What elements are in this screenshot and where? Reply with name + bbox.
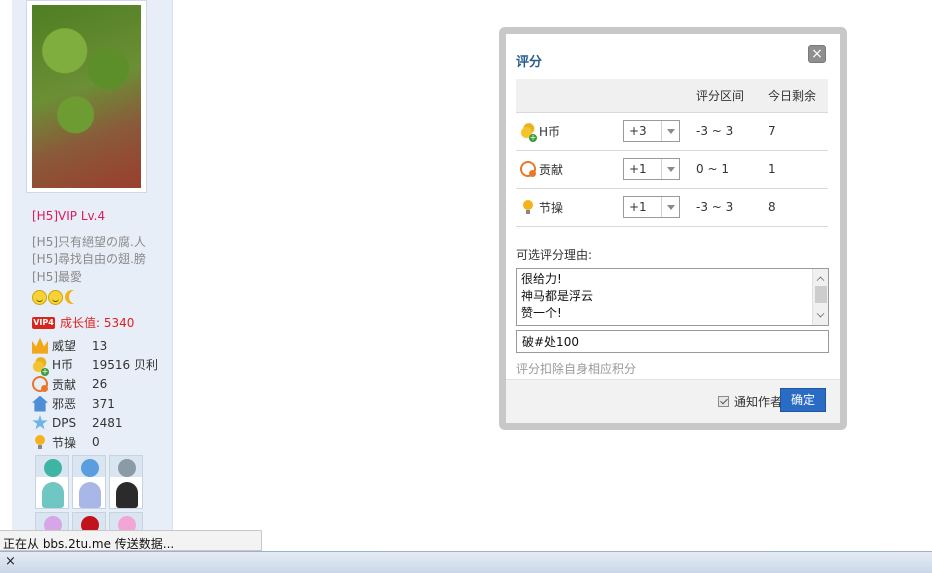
- user-profile-panel: [H5]VIP Lv.4 [H5]只有絕望の腐.人 [H5]尋找自由の翅.膀 […: [12, 0, 173, 573]
- score-name: 节操: [539, 200, 564, 215]
- dialog-footer: 通知作者 确定: [506, 379, 840, 423]
- score-remaining: 7: [768, 112, 828, 151]
- bulb-icon: [32, 434, 48, 450]
- stat-label: 威望: [52, 339, 77, 354]
- vip-badge-icon: VIP4: [32, 316, 55, 329]
- heart-icon: [32, 376, 48, 393]
- scroll-up-icon[interactable]: [816, 276, 825, 285]
- close-icon[interactable]: ×: [5, 554, 16, 569]
- coin-icon: [32, 356, 49, 376]
- stat-label: H币: [52, 358, 74, 373]
- table-row: 节操 +1 -3 ~ 3 8: [516, 188, 828, 227]
- table-row: 贡献 +1 0 ~ 1 1: [516, 150, 828, 189]
- bottom-toolbar: ×: [0, 551, 932, 573]
- score-select-value: +1: [629, 200, 647, 214]
- header-select: [623, 79, 696, 113]
- stat-value: 0: [92, 435, 100, 450]
- stat-value: 13: [92, 338, 108, 353]
- stat-value: 19516 贝利: [92, 358, 158, 373]
- stat-label: 邪恶: [52, 397, 77, 412]
- chevron-down-icon[interactable]: [661, 197, 679, 217]
- bulb-icon: [520, 199, 536, 215]
- stat-row: DPS 2481: [32, 413, 158, 432]
- medal-icon[interactable]: [35, 455, 69, 509]
- score-remaining: 1: [768, 150, 828, 189]
- rating-dialog: 评分 × 评分区间 今日剩余 H币 +3 -3 ~ 3 7 贡献: [499, 27, 847, 430]
- stat-row: 贡献 26: [32, 375, 158, 394]
- smiley-icon: [48, 290, 63, 305]
- table-header-row: 评分区间 今日剩余: [516, 79, 828, 113]
- header-remaining: 今日剩余: [768, 79, 828, 113]
- score-name: H币: [539, 124, 561, 139]
- score-select[interactable]: +3: [623, 120, 680, 142]
- score-select[interactable]: +1: [623, 196, 680, 218]
- moon-icon: [69, 290, 83, 304]
- deduct-note: 评分扣除自身相应积分: [516, 362, 637, 376]
- crown-icon: [32, 337, 48, 354]
- growth-value: VIP4 成长值: 5340: [32, 314, 134, 331]
- chevron-down-icon[interactable]: [661, 121, 679, 141]
- growth-text: 成长值: 5340: [60, 316, 135, 330]
- header-name: [516, 79, 623, 113]
- score-select-value: +1: [629, 162, 647, 176]
- header-range: 评分区间: [696, 79, 768, 113]
- reason-input[interactable]: [516, 330, 829, 353]
- notify-author-option[interactable]: 通知作者: [717, 393, 782, 410]
- rating-dialog-body: 评分 × 评分区间 今日剩余 H币 +3 -3 ~ 3 7 贡献: [506, 34, 840, 423]
- medal-icon[interactable]: [72, 455, 106, 509]
- stat-value: 26: [92, 377, 108, 392]
- list-item[interactable]: 很给力!: [517, 271, 828, 288]
- heart-icon: [520, 161, 536, 177]
- reason-listbox[interactable]: 很给力! 神马都是浮云 赞一个!: [516, 268, 829, 326]
- stat-value: 371: [92, 396, 115, 411]
- chevron-down-icon[interactable]: [661, 159, 679, 179]
- stat-label: 节操: [52, 435, 77, 450]
- user-stats: 威望 13 H币 19516 贝利 贡献 26 邪恶 371 DPS 2481 …: [32, 336, 158, 452]
- notify-label[interactable]: 通知作者: [734, 393, 782, 410]
- scroll-down-icon[interactable]: [816, 309, 825, 318]
- coin-icon: [520, 123, 537, 142]
- smiley-icon: [32, 290, 47, 305]
- confirm-button[interactable]: 确定: [780, 388, 826, 412]
- stat-row: H币 19516 贝利: [32, 355, 158, 376]
- score-select-value: +3: [629, 124, 647, 138]
- stat-row: 邪恶 371: [32, 394, 158, 413]
- stat-row: 威望 13: [32, 336, 158, 355]
- avatar[interactable]: [26, 0, 147, 193]
- status-emoji-row: [32, 290, 83, 305]
- stat-label: DPS: [52, 415, 77, 430]
- score-range: -3 ~ 3: [696, 112, 768, 151]
- vip-level: [H5]VIP Lv.4: [32, 209, 106, 223]
- stat-value: 2481: [92, 415, 123, 430]
- stat-row: 节操 0: [32, 432, 158, 451]
- close-icon[interactable]: ×: [808, 45, 826, 63]
- list-item[interactable]: 赞一个!: [517, 305, 828, 322]
- browser-status-bar: 正在从 bbs.2tu.me 传送数据...: [0, 530, 262, 551]
- avatar-image: [32, 5, 141, 188]
- user-tagline: [H5]最愛: [32, 270, 83, 284]
- star-icon: [32, 414, 48, 430]
- table-row: H币 +3 -3 ~ 3 7: [516, 112, 828, 151]
- score-select[interactable]: +1: [623, 158, 680, 180]
- medal-icon[interactable]: [109, 455, 143, 509]
- score-range: 0 ~ 1: [696, 150, 768, 189]
- rating-table: 评分区间 今日剩余 H币 +3 -3 ~ 3 7 贡献 +1 0 ~ 1 1: [516, 79, 828, 227]
- list-item[interactable]: 神马都是浮云: [517, 288, 828, 305]
- dialog-title: 评分: [516, 55, 543, 70]
- score-remaining: 8: [768, 188, 828, 227]
- notify-checkbox[interactable]: [717, 396, 729, 407]
- scrollbar[interactable]: [812, 269, 828, 325]
- scrollbar-thumb[interactable]: [815, 286, 827, 303]
- score-range: -3 ~ 3: [696, 188, 768, 227]
- user-tagline: [H5]尋找自由の翅.膀: [32, 252, 146, 266]
- user-tagline: [H5]只有絕望の腐.人: [32, 235, 146, 249]
- house-icon: [32, 395, 48, 412]
- reason-label: 可选评分理由:: [516, 248, 593, 262]
- score-name: 贡献: [539, 162, 564, 177]
- stat-label: 贡献: [52, 377, 77, 392]
